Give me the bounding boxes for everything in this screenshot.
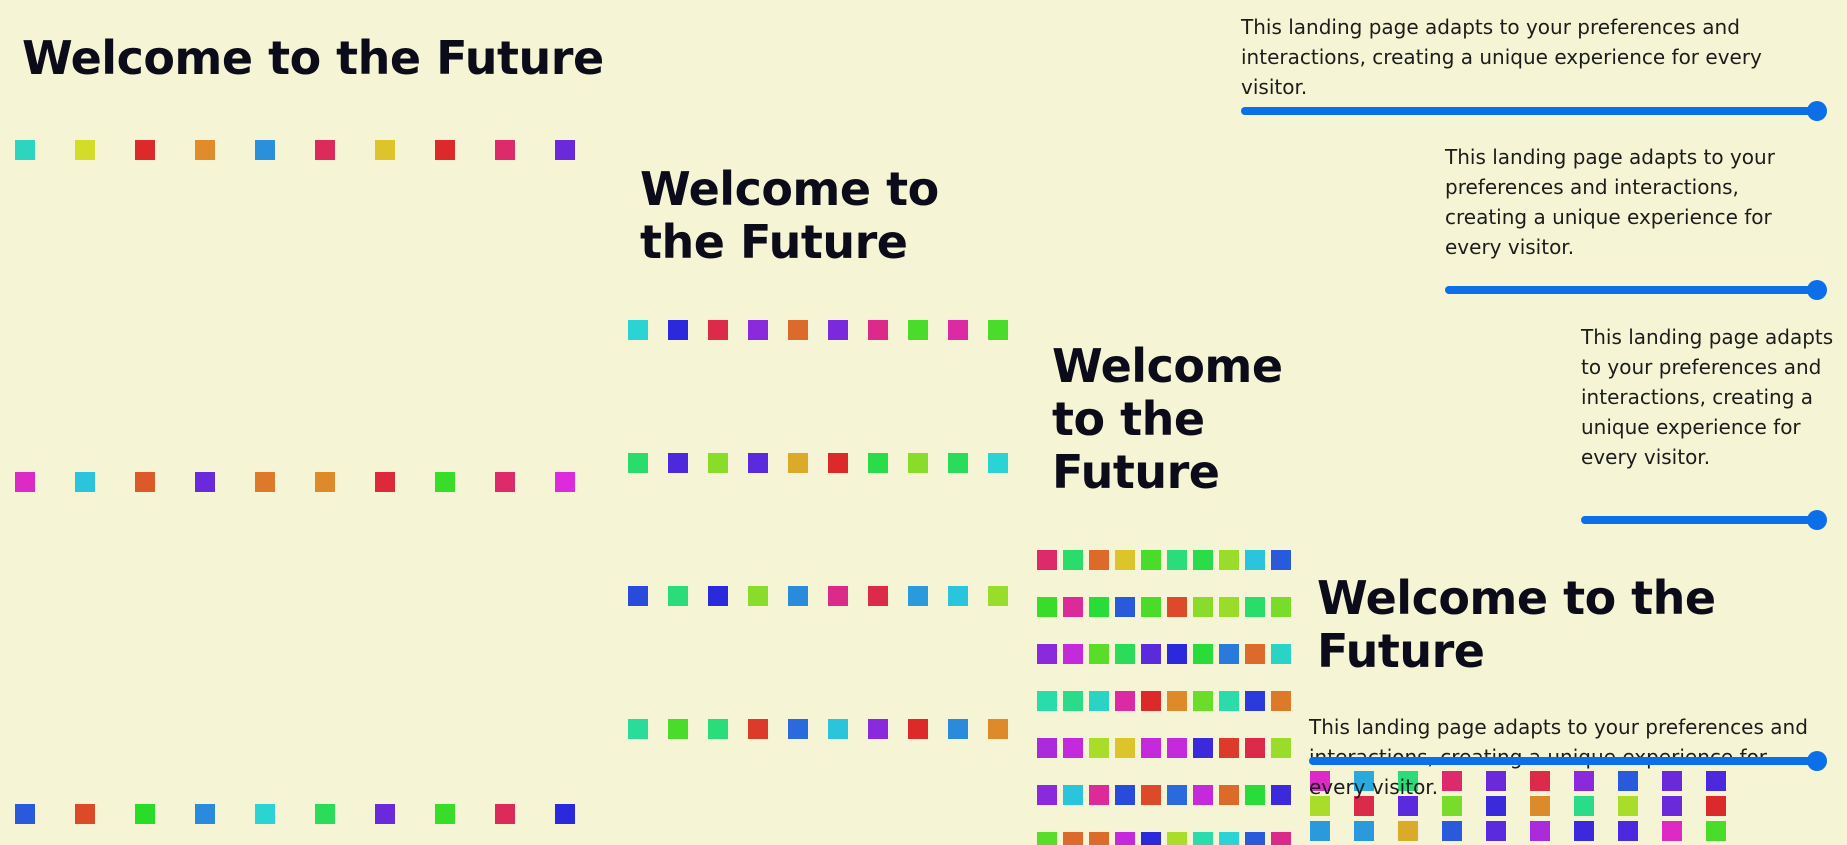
hero-description: This landing page adapts to your prefere…	[1581, 325, 1834, 469]
color-tile	[1398, 821, 1418, 841]
slider-track	[1309, 757, 1825, 765]
slider-thumb[interactable]	[1807, 751, 1827, 771]
preference-slider[interactable]	[1309, 751, 1827, 771]
color-tile	[1618, 821, 1638, 841]
hero-description: This landing page adapts to your prefere…	[1445, 145, 1775, 259]
slider-thumb[interactable]	[1807, 101, 1827, 121]
color-tile	[1442, 821, 1462, 841]
hero-description: This landing page adapts to your prefere…	[1241, 15, 1762, 99]
slider-track	[1445, 286, 1825, 294]
color-tile	[1662, 821, 1682, 841]
slider-track	[1241, 107, 1825, 115]
color-tile	[1530, 821, 1550, 841]
preference-slider[interactable]	[1445, 280, 1827, 300]
preference-slider[interactable]	[1581, 510, 1827, 530]
preference-slider[interactable]	[1241, 101, 1827, 121]
slider-thumb[interactable]	[1807, 510, 1827, 530]
color-tile	[1310, 821, 1330, 841]
color-tile	[1706, 821, 1726, 841]
slider-track	[1581, 516, 1825, 524]
color-tile	[1486, 821, 1506, 841]
slider-thumb[interactable]	[1807, 280, 1827, 300]
color-tile	[1354, 821, 1374, 841]
color-tile	[1574, 821, 1594, 841]
